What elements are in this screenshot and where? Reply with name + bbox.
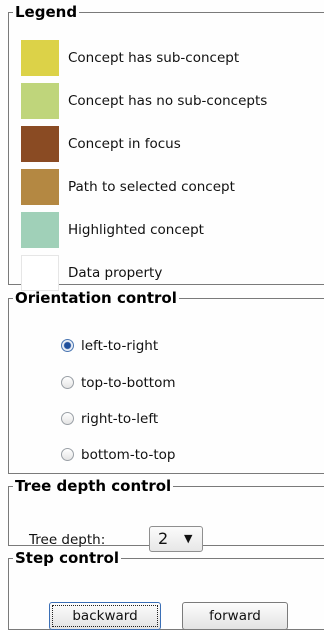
color-swatch xyxy=(21,255,59,291)
legend-item-concept-in-focus: Concept in focus xyxy=(21,126,321,162)
color-swatch xyxy=(21,40,59,76)
color-swatch xyxy=(21,126,59,162)
tree-depth-value[interactable]: 2 xyxy=(158,529,168,548)
legend-item-label: Path to selected concept xyxy=(68,179,235,195)
legend-panel: Legend Concept has sub-concept Concept h… xyxy=(8,3,324,291)
legend-item-has-sub-concept: Concept has sub-concept xyxy=(21,40,321,76)
radio-button-icon[interactable] xyxy=(61,448,74,461)
dropdown-arrow-icon[interactable]: ▼ xyxy=(184,532,192,545)
radio-label[interactable]: left-to-right xyxy=(81,336,158,356)
radio-label[interactable]: bottom-to-top xyxy=(81,445,176,465)
tree-depth-title: Tree depth control xyxy=(15,477,172,495)
radio-button-icon[interactable] xyxy=(61,376,74,389)
legend-item-label: Concept has sub-concept xyxy=(68,50,240,66)
legend-item-label: Concept in focus xyxy=(68,136,181,152)
legend-title: Legend xyxy=(15,3,78,21)
color-swatch xyxy=(21,83,59,119)
step-panel: Step control backward forward xyxy=(8,550,324,630)
legend-item-no-sub-concepts: Concept has no sub-concepts xyxy=(21,83,321,119)
radio-label[interactable]: right-to-left xyxy=(81,409,158,429)
color-swatch xyxy=(21,212,59,248)
color-swatch xyxy=(21,169,59,205)
legend-item-label: Data property xyxy=(68,265,163,281)
orientation-panel: Orientation control left-to-right top-to… xyxy=(8,290,324,474)
tree-depth-label: Tree depth: xyxy=(29,532,106,548)
tree-depth-panel: Tree depth control Tree depth: 2 ▼ xyxy=(8,477,324,552)
forward-button[interactable]: forward xyxy=(182,602,288,630)
legend-item-label: Concept has no sub-concepts xyxy=(68,93,268,109)
step-title: Step control xyxy=(15,549,119,567)
legend-item-label: Highlighted concept xyxy=(68,222,204,238)
backward-button[interactable]: backward xyxy=(49,602,161,630)
orientation-title: Orientation control xyxy=(15,289,177,307)
tree-depth-select[interactable]: 2 ▼ xyxy=(149,526,203,552)
legend-item-data-property: Data property xyxy=(21,255,321,291)
legend-item-highlighted-concept: Highlighted concept xyxy=(21,212,321,248)
radio-label[interactable]: top-to-bottom xyxy=(81,373,176,393)
radio-button-icon[interactable] xyxy=(61,412,74,425)
legend-item-path-to-selected: Path to selected concept xyxy=(21,169,321,205)
radio-button-icon[interactable] xyxy=(61,339,74,352)
